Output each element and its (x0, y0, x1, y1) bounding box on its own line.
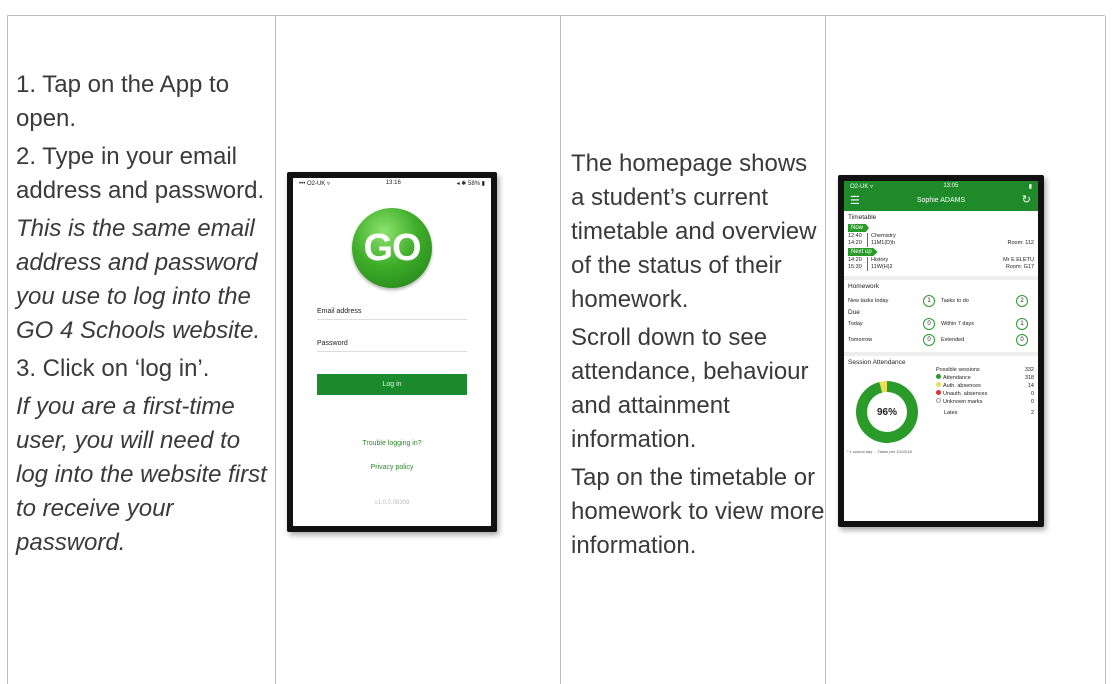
timetable-heading: Timetable (848, 214, 877, 221)
possible-sessions-value: 332 (1024, 367, 1034, 373)
password-field[interactable]: Password (317, 340, 467, 352)
attendance-row-label: Attendance (943, 375, 971, 381)
timetable-section[interactable]: Timetable Now 12:40 14:20 Chemistry 11M1… (844, 211, 1038, 272)
legend-dot-icon (936, 374, 941, 379)
attendance-row-value: 0 (1030, 391, 1034, 397)
tasks-to-do-label: Tasks to do (941, 298, 969, 304)
tasks-to-do-count: 2 (1016, 295, 1028, 307)
login-instructions: 1. Tap on the App to open. 2. Type in you… (16, 68, 274, 564)
possible-sessions-label: Possible sessions (936, 367, 980, 373)
homepage-instructions: The homepage shows a student’s current t… (571, 147, 825, 567)
lesson-teacher (1008, 233, 1035, 240)
carrier-text: O2-UK ▿ (850, 184, 874, 190)
attendance-row-label: Unknown marks (943, 399, 983, 405)
instruction-line: 2. Type in your email address and passwo… (16, 143, 265, 204)
attendance-section[interactable]: Session Attendance 96% Possible sessions… (844, 356, 1038, 456)
login-screen: ••• O2-UK ▿ 13:16 ◂ ✱ 58% ▮ GO Email add… (293, 178, 491, 526)
login-button[interactable]: Log in (317, 374, 467, 395)
attendance-row: Unknown marks 0 (936, 398, 1034, 406)
status-bar: O2-UK ▿ 13:05 ▮ (844, 181, 1038, 191)
clock-text: 13:16 (385, 180, 401, 186)
home-phone-screenshot: O2-UK ▿ 13:05 ▮ ☰ Sophie ADAMS ↻ Timetab… (838, 175, 1044, 527)
due-today-label: Today (848, 321, 863, 327)
instruction-line: This is the same email address and passw… (16, 215, 261, 344)
new-tasks-count: 1 (923, 295, 935, 307)
carrier-text: ••• O2-UK ▿ (299, 181, 330, 187)
lesson-subject: History (871, 257, 889, 263)
lesson-group: 11W(H)2 (871, 264, 893, 270)
refresh-icon[interactable]: ↻ (1022, 195, 1031, 206)
attendance-footnote: * 1 school day ... Taken per 10/10/18 (847, 449, 912, 454)
clock-text: 13:05 (943, 183, 959, 189)
attendance-row-label: Auth. absences (943, 383, 981, 389)
home-screen: O2-UK ▿ 13:05 ▮ ☰ Sophie ADAMS ↻ Timetab… (844, 181, 1038, 521)
current-lesson[interactable]: 12:40 14:20 Chemistry 11M1(D)h Room: 112 (844, 232, 1038, 248)
due-today-count: 0 (923, 318, 935, 330)
extended-label: Extended (941, 337, 965, 343)
version-label: v1.0.0.08309 (374, 500, 410, 506)
attendance-row: Unauth. absences 0 (936, 390, 1034, 398)
status-bar: ••• O2-UK ▿ 13:16 ◂ ✱ 58% ▮ (293, 178, 491, 190)
instruction-column-homepage: The homepage shows a student’s current t… (561, 16, 826, 684)
attendance-row-value: 14 (1027, 383, 1034, 389)
app-header: O2-UK ▿ 13:05 ▮ ☰ Sophie ADAMS ↻ (844, 181, 1038, 211)
legend-dot-icon (936, 390, 941, 395)
email-field[interactable]: Email address (317, 308, 467, 320)
battery-text: ▮ (1028, 184, 1032, 190)
lesson-subject: Chemistry (871, 233, 896, 239)
lesson-teacher: Mr E ELETU (1003, 257, 1034, 263)
attendance-row-value: 0 (1030, 399, 1034, 405)
privacy-policy-link[interactable]: Privacy policy (293, 464, 491, 471)
go-logo: GO (352, 208, 432, 288)
attendance-row: Auth. absences 14 (936, 382, 1034, 390)
new-tasks-label: New tasks today (848, 298, 889, 304)
battery-text: ◂ ✱ 58% ▮ (456, 181, 485, 187)
attendance-percent: 96% (867, 392, 907, 432)
lesson-start: 12:40 (848, 233, 862, 239)
attendance-rows: Attendance 318 Auth. absences 14 Unauth. abs… (936, 374, 1034, 406)
attendance-row-label: Unauth. absences (943, 391, 988, 397)
lesson-start: 14:20 (848, 257, 862, 263)
instruction-line: If you are a first-time user, you will n… (16, 393, 267, 556)
attendance-row-value: 318 (1024, 375, 1034, 381)
instruction-line: The homepage shows a student’s current t… (571, 150, 817, 313)
extended-count: 0 (1016, 334, 1028, 346)
attendance-donut-chart: 96% (856, 381, 918, 443)
lates-label: Lates (944, 410, 958, 416)
due-tomorrow-count: 0 (923, 334, 935, 346)
instruction-line: 3. Click on ‘log in’. (16, 355, 210, 382)
lesson-room: Room: 112 (1007, 240, 1035, 246)
lesson-room: Room: G17 (1005, 264, 1034, 270)
now-tag: Now (848, 224, 870, 232)
within-7-days-count: 1 (1016, 318, 1028, 330)
lesson-end: 15:30 (848, 264, 862, 270)
lesson-end: 14:20 (848, 240, 862, 246)
instruction-column-login: 1. Tap on the App to open. 2. Type in you… (8, 16, 276, 684)
next-up-tag: Next up (848, 248, 878, 256)
homework-heading: Homework (848, 283, 880, 290)
legend-dot-icon (936, 398, 941, 403)
legend-dot-icon (936, 382, 941, 387)
next-lesson[interactable]: 14:20 15:30 History 11W(H)2 Mr E ELETU R… (844, 256, 1038, 272)
student-name: Sophie ADAMS (916, 197, 966, 204)
attendance-breakdown: Possible sessions 332 Attendance 318 Auth.… (936, 366, 1034, 417)
within-7-days-label: Within 7 days (941, 321, 975, 327)
lesson-group: 11M1(D)h (871, 240, 896, 246)
instruction-line: Tap on the timetable or homework to view… (571, 464, 825, 559)
attendance-row: Attendance 318 (936, 374, 1034, 382)
trouble-logging-in-link[interactable]: Trouble logging in? (293, 440, 491, 447)
instruction-line: 1. Tap on the App to open. (16, 71, 230, 132)
login-phone-screenshot: ••• O2-UK ▿ 13:16 ◂ ✱ 58% ▮ GO Email add… (287, 172, 497, 532)
lates-value: 2 (1030, 410, 1034, 416)
instruction-line: Scroll down to see attendance, behaviour… (571, 324, 809, 453)
due-tomorrow-label: Tomorrow (848, 337, 873, 343)
due-heading: Due (848, 309, 860, 316)
homework-section[interactable]: Homework New tasks today 1 Tasks to do 2… (844, 280, 1038, 348)
